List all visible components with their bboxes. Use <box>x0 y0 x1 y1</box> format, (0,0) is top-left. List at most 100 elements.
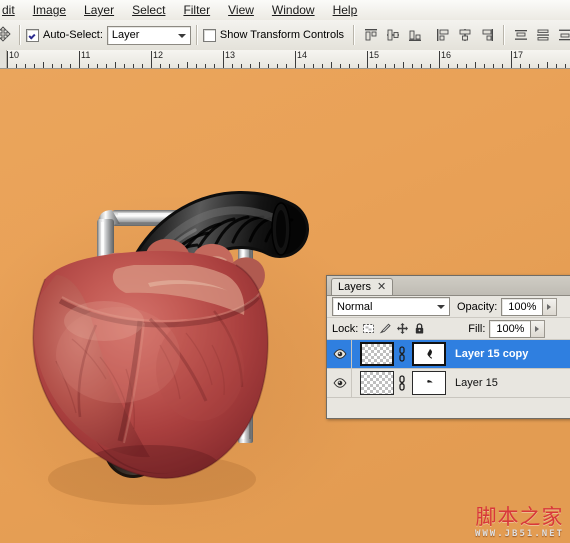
ruler-tick-minor <box>547 62 548 68</box>
ruler-tick-minor <box>34 64 35 68</box>
ruler-label: 15 <box>369 50 380 60</box>
ruler-tick-minor <box>61 64 62 68</box>
menu-item-help-label: Help <box>332 3 358 17</box>
ruler-tick-minor <box>259 62 260 68</box>
tab-layers[interactable]: Layers ✕ <box>331 278 394 295</box>
ruler-tick-minor <box>475 62 476 68</box>
ruler-label: 17 <box>513 50 524 60</box>
layer-visibility-toggle[interactable] <box>329 369 352 397</box>
distribute-bottom-edges-icon[interactable] <box>556 26 570 44</box>
ruler-label: 16 <box>441 50 452 60</box>
align-top-edges-icon[interactable] <box>362 26 380 44</box>
layer-visibility-toggle[interactable] <box>329 340 352 368</box>
horizontal-ruler[interactable]: 10 11 12 13 14 15 16 17 <box>0 50 570 69</box>
layer-name-label: Layer 15 copy <box>455 348 529 360</box>
tab-layers-label: Layers <box>338 281 372 293</box>
auto-select-label: Auto-Select: <box>43 29 103 41</box>
document-canvas[interactable]: Layers ✕ Normal Opacity: 100% Lock: Fill… <box>0 69 570 543</box>
ruler-tick-minor <box>268 64 269 68</box>
menu-item-view[interactable]: View <box>219 1 263 19</box>
ruler-tick-minor <box>493 64 494 68</box>
lock-position-icon[interactable] <box>396 322 409 335</box>
photoshop-window: dit Image Layer Select Filter View Windo… <box>0 0 570 543</box>
layers-panel[interactable]: Layers ✕ Normal Opacity: 100% Lock: Fill… <box>326 275 570 419</box>
ruler-tick-minor <box>403 62 404 68</box>
align-left-edges-icon[interactable] <box>434 26 452 44</box>
layer-thumbnail[interactable] <box>360 342 394 366</box>
fill-field[interactable]: 100% <box>489 319 532 338</box>
ruler-label: 11 <box>81 50 91 60</box>
menu-item-image-label: Image <box>32 3 67 17</box>
layer-row-layer-15[interactable]: Layer 15 <box>327 369 570 398</box>
fill-value: 100% <box>496 322 525 335</box>
ruler-tick-minor <box>529 64 530 68</box>
ruler-tick-minor <box>142 64 143 68</box>
link-layers-icon[interactable] <box>397 346 407 362</box>
menu-item-help[interactable]: Help <box>324 1 367 19</box>
layer-mask-thumbnail[interactable] <box>412 342 446 366</box>
opacity-value: 100% <box>508 300 537 313</box>
distribute-vertical-centers-icon[interactable] <box>534 26 552 44</box>
options-separator-1 <box>19 25 21 45</box>
menu-item-filter[interactable]: Filter <box>174 1 219 19</box>
menu-item-image[interactable]: Image <box>24 1 75 19</box>
options-bar: Auto-Select: Layer Show Transform Contro… <box>0 20 570 51</box>
ruler-tick-minor <box>16 64 17 68</box>
ruler-tick-minor <box>25 64 26 68</box>
align-horizontal-centers-icon[interactable] <box>456 26 474 44</box>
lock-transparent-pixels-icon[interactable] <box>362 322 375 335</box>
opacity-slider-arrow-icon[interactable] <box>543 297 558 316</box>
ruler-tick-minor <box>466 64 467 68</box>
distribute-top-edges-icon[interactable] <box>512 26 530 44</box>
link-layers-icon[interactable] <box>397 375 407 391</box>
menu-item-filter-label: Filter <box>183 3 211 17</box>
menu-item-layer[interactable]: Layer <box>75 1 123 19</box>
close-icon[interactable]: ✕ <box>377 281 386 293</box>
ruler-tick-minor <box>412 64 413 68</box>
blend-mode-dropdown[interactable]: Normal <box>332 297 450 316</box>
ruler-tick-minor <box>520 64 521 68</box>
layer-thumbnail[interactable] <box>360 371 394 395</box>
move-tool-icon[interactable] <box>0 25 12 45</box>
ruler-tick-minor <box>349 64 350 68</box>
menu-item-select[interactable]: Select <box>123 1 174 19</box>
lock-image-pixels-icon[interactable] <box>379 322 392 335</box>
menu-item-edit[interactable]: dit <box>0 1 24 19</box>
menu-item-view-label: View <box>228 3 254 17</box>
align-bottom-edges-icon[interactable] <box>406 26 424 44</box>
auto-select-checkbox[interactable] <box>26 28 39 42</box>
show-transform-controls-label: Show Transform Controls <box>219 29 345 41</box>
ruler-tick-minor <box>322 64 323 68</box>
ruler-tick-minor <box>106 64 107 68</box>
auto-select-scope-dropdown[interactable]: Layer <box>106 25 191 45</box>
ruler-tick-major <box>367 51 368 68</box>
ruler-tick-minor <box>250 64 251 68</box>
ruler-tick-minor <box>124 64 125 68</box>
ruler-label: 12 <box>153 50 164 60</box>
layer-mask-thumbnail[interactable] <box>412 371 446 395</box>
fill-label: Fill: <box>468 322 486 335</box>
menu-item-window[interactable]: Window <box>263 1 324 19</box>
layer-list[interactable]: Layer 15 copy Layer 15 <box>327 340 570 398</box>
lock-all-icon[interactable] <box>413 322 426 335</box>
ruler-tick-minor <box>88 64 89 68</box>
layer-row-layer-15-copy[interactable]: Layer 15 copy <box>327 340 570 369</box>
ruler-tick-minor <box>160 64 161 68</box>
ruler-tick-major <box>439 51 440 68</box>
ruler-tick-minor <box>241 64 242 68</box>
align-right-edges-icon[interactable] <box>478 26 496 44</box>
ruler-tick-minor <box>277 64 278 68</box>
menu-item-edit-label: dit <box>2 3 15 17</box>
ruler-label: 10 <box>9 50 20 60</box>
fill-slider-arrow-icon[interactable] <box>531 319 546 338</box>
ruler-tick-minor <box>421 64 422 68</box>
opacity-field[interactable]: 100% <box>501 297 544 316</box>
options-separator-4 <box>503 25 506 45</box>
blend-opacity-row: Normal Opacity: 100% <box>327 296 570 318</box>
ruler-tick-minor <box>502 64 503 68</box>
align-vertical-centers-icon[interactable] <box>384 26 402 44</box>
ruler-tick-minor <box>196 64 197 68</box>
ruler-tick-minor <box>448 64 449 68</box>
show-transform-controls-checkbox[interactable] <box>202 28 216 42</box>
distribute-vertical-group <box>510 26 570 44</box>
